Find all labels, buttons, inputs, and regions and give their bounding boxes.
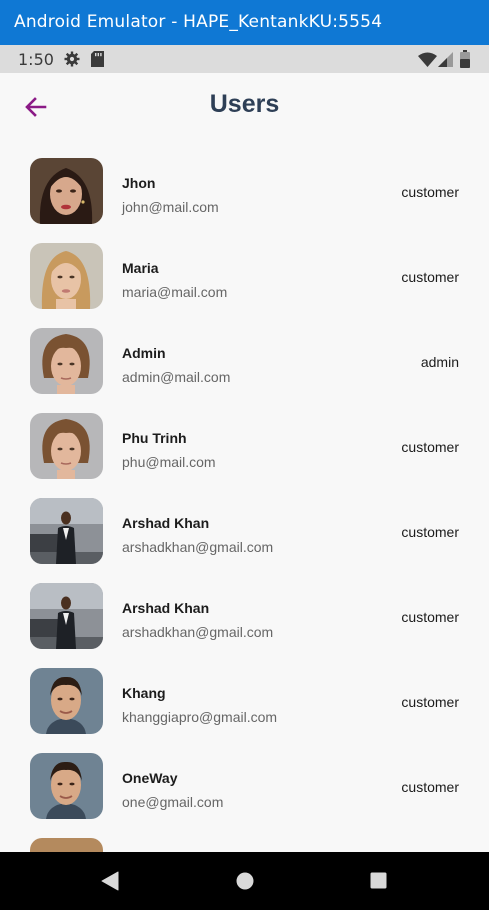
user-list-item[interactable]: Admin admin@mail.com admin	[0, 311, 489, 396]
user-name: Arshad Khan	[122, 515, 210, 531]
status-bar: 1:50	[0, 45, 489, 73]
user-list-item[interactable]: Maria maria@mail.com customer	[0, 226, 489, 311]
user-name: Khang	[122, 685, 166, 701]
sd-card-icon	[91, 51, 104, 72]
user-email: one@gmail.com	[122, 794, 224, 810]
user-role: customer	[401, 694, 459, 710]
user-email: phu@mail.com	[122, 454, 216, 470]
window-title: Android Emulator - HAPE_KentankKU:5554	[14, 12, 383, 32]
recents-square-icon[interactable]	[370, 872, 387, 894]
system-nav-bar	[0, 852, 489, 910]
user-list-item[interactable]: Jhon john@mail.com customer	[0, 141, 489, 226]
avatar	[30, 158, 103, 224]
user-email: john@mail.com	[122, 199, 219, 215]
user-name: Admin	[122, 345, 166, 361]
avatar	[30, 753, 103, 819]
avatar	[30, 243, 103, 309]
user-name: Arshad Khan	[122, 600, 210, 616]
window-titlebar: Android Emulator - HAPE_KentankKU:5554	[0, 0, 489, 45]
user-role: customer	[401, 269, 459, 285]
status-time: 1:50	[18, 50, 54, 69]
user-list-item[interactable]: Phu Trinh phu@mail.com customer	[0, 396, 489, 481]
battery-icon	[460, 50, 470, 73]
user-list-item[interactable]: OneWay one@gmail.com customer	[0, 736, 489, 821]
user-list: Jhon john@mail.com customer Maria maria@…	[0, 141, 489, 852]
settings-gear-icon	[64, 51, 80, 72]
app-screen: Users Jhon john@mail.com customer Maria …	[0, 73, 489, 852]
app-bar: Users	[0, 73, 489, 141]
user-email: khanggiapro@gmail.com	[122, 709, 278, 725]
avatar	[30, 498, 103, 564]
user-name: Maria	[122, 260, 159, 276]
user-name: OneWay	[122, 770, 178, 786]
avatar	[30, 583, 103, 649]
user-role: customer	[401, 779, 459, 795]
avatar	[30, 328, 103, 394]
user-role: customer	[401, 524, 459, 540]
user-role: admin	[420, 354, 459, 370]
user-role: customer	[401, 609, 459, 625]
user-email: arshadkhan@gmail.com	[122, 624, 274, 640]
home-circle-icon[interactable]	[236, 872, 254, 895]
user-list-item[interactable]: Arshad Khan arshadkhan@gmail.com custome…	[0, 481, 489, 566]
user-list-item[interactable]: Khang khanggiapro@gmail.com customer	[0, 651, 489, 736]
back-triangle-icon[interactable]	[101, 871, 119, 896]
user-name: Phu Trinh	[122, 430, 187, 446]
user-email: admin@mail.com	[122, 369, 231, 385]
user-name: Jhon	[122, 175, 156, 191]
user-email: maria@mail.com	[122, 284, 228, 300]
user-role: customer	[401, 184, 459, 200]
avatar	[30, 668, 103, 734]
wifi-icon	[418, 52, 437, 72]
user-role: customer	[401, 439, 459, 455]
avatar	[30, 413, 103, 479]
user-list-item[interactable]: Arshad Khan arshadkhan@gmail.com custome…	[0, 566, 489, 651]
user-list-item[interactable]	[0, 821, 489, 852]
page-title: Users	[209, 90, 280, 118]
cell-signal-icon	[438, 52, 453, 72]
avatar	[30, 838, 103, 852]
user-email: arshadkhan@gmail.com	[122, 539, 274, 555]
